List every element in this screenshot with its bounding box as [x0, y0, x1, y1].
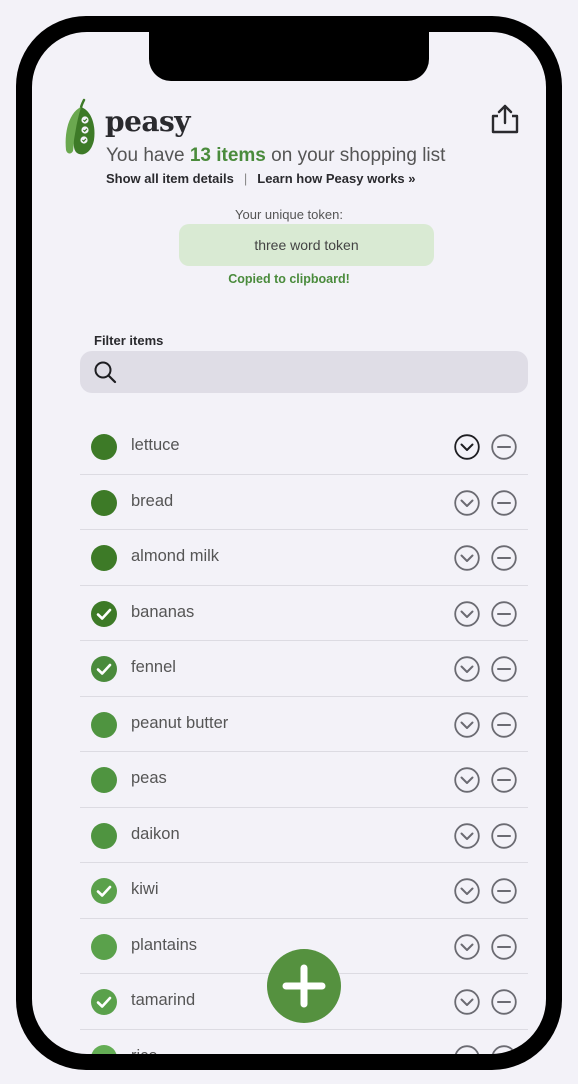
list-item: daikon: [80, 808, 528, 863]
item-check-toggle[interactable]: [91, 1044, 117, 1054]
item-name: lettuce: [131, 436, 180, 454]
item-check-toggle[interactable]: [91, 489, 117, 516]
item-name: rice: [131, 1047, 158, 1055]
app-screen: peasy You have 13 items on your shopping…: [32, 32, 546, 1054]
check-icon: [96, 885, 112, 897]
list-item: lettuce: [80, 419, 528, 475]
chevron-down-circle-icon[interactable]: [454, 489, 480, 516]
add-item-button[interactable]: [267, 949, 341, 1023]
item-checked-toggle[interactable]: [91, 656, 117, 682]
list-summary: You have 13 items on your shopping list: [106, 145, 445, 167]
chevron-down-circle-icon[interactable]: [454, 767, 480, 793]
filter-label: Filter items: [94, 333, 164, 348]
minus-circle-icon[interactable]: [491, 545, 517, 571]
chevron-down-circle-icon[interactable]: [454, 933, 480, 960]
minus-circle-icon[interactable]: [491, 600, 517, 627]
list-item: bread: [80, 475, 528, 530]
token-box[interactable]: three word token: [179, 224, 434, 266]
item-checked-toggle[interactable]: [91, 989, 117, 1015]
minus-circle-icon[interactable]: [491, 711, 517, 738]
summary-suffix: on your shopping list: [265, 145, 446, 166]
item-check-toggle[interactable]: [91, 933, 117, 960]
item-checked-toggle[interactable]: [91, 878, 117, 904]
copied-message: Copied to clipboard!: [228, 272, 350, 286]
show-details-link[interactable]: Show all item details: [106, 171, 234, 186]
item-name: bread: [131, 491, 174, 510]
phone-notch: [149, 32, 429, 81]
link-separator: |: [243, 171, 248, 186]
item-check-toggle[interactable]: [91, 767, 117, 793]
list-item: fennel: [80, 641, 528, 697]
plus-icon: [282, 964, 326, 1008]
chevron-down-circle-icon[interactable]: [454, 434, 480, 460]
chevron-down-circle-icon[interactable]: [454, 545, 480, 571]
list-item: almond milk: [80, 530, 528, 586]
item-name: tamarind: [131, 991, 196, 1009]
item-name: kiwi: [131, 880, 159, 898]
item-count: 13 items: [189, 145, 266, 166]
minus-circle-icon[interactable]: [491, 878, 517, 904]
minus-circle-icon[interactable]: [491, 656, 517, 682]
item-name: fennel: [131, 658, 176, 676]
item-name: bananas: [131, 602, 195, 621]
chevron-down-circle-icon[interactable]: [454, 989, 480, 1015]
token-label: Your unique token:: [235, 207, 343, 222]
list-item: rice: [80, 1030, 528, 1055]
minus-circle-icon[interactable]: [491, 489, 517, 516]
item-checked-toggle[interactable]: [91, 600, 117, 627]
summary-prefix: You have: [106, 145, 190, 166]
minus-circle-icon[interactable]: [491, 989, 517, 1015]
item-check-toggle[interactable]: [91, 545, 117, 571]
minus-circle-icon[interactable]: [491, 1044, 517, 1055]
chevron-down-circle-icon[interactable]: [454, 600, 480, 627]
list-item: peanut butter: [80, 697, 528, 752]
item-name: daikon: [131, 824, 180, 843]
minus-circle-icon[interactable]: [491, 933, 517, 960]
check-icon: [96, 663, 112, 675]
learn-more-link[interactable]: Learn how Peasy works »: [257, 171, 415, 186]
item-check-toggle[interactable]: [91, 822, 117, 849]
item-name: plantains: [131, 935, 198, 954]
chevron-down-circle-icon[interactable]: [454, 1044, 480, 1055]
list-item: bananas: [80, 586, 528, 641]
phone-frame: peasy You have 13 items on your shopping…: [16, 16, 562, 1070]
chevron-down-circle-icon[interactable]: [454, 822, 480, 849]
minus-circle-icon[interactable]: [491, 767, 517, 793]
list-item: kiwi: [80, 863, 528, 919]
check-icon: [96, 608, 112, 620]
check-icon: [96, 996, 112, 1008]
item-name: peas: [131, 769, 167, 787]
chevron-down-circle-icon[interactable]: [454, 656, 480, 682]
item-name: peanut butter: [131, 713, 229, 732]
app-name: peasy: [105, 105, 191, 138]
item-check-toggle[interactable]: [91, 711, 117, 738]
minus-circle-icon[interactable]: [491, 822, 517, 849]
list-item: peas: [80, 752, 528, 808]
share-icon[interactable]: [488, 102, 522, 136]
chevron-down-circle-icon[interactable]: [454, 711, 480, 738]
search-bar: [80, 351, 528, 393]
item-name: almond milk: [131, 547, 220, 565]
minus-circle-icon[interactable]: [491, 434, 517, 460]
search-icon: [94, 361, 117, 384]
header-links: Show all item details | Learn how Peasy …: [106, 171, 416, 186]
pea-pod-icon: [65, 98, 95, 155]
item-check-toggle[interactable]: [91, 434, 117, 460]
chevron-down-circle-icon[interactable]: [454, 878, 480, 904]
filter-input[interactable]: [128, 351, 518, 393]
